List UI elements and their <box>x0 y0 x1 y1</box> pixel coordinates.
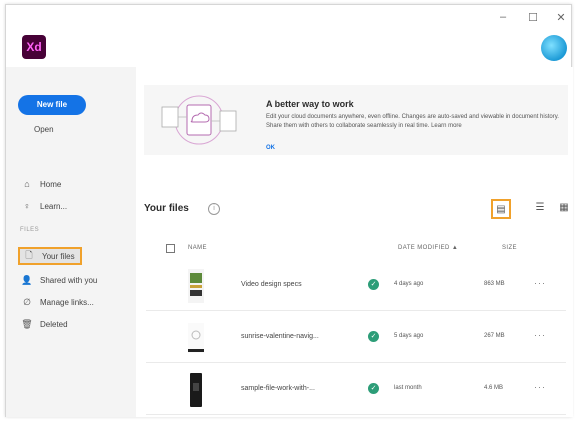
table-row[interactable]: sunrise-valentine-navig... ✓ 5 days ago … <box>146 313 566 363</box>
sidebar-item-label: Your files <box>42 251 75 261</box>
sidebar-item-label: Home <box>40 179 62 189</box>
file-date: 5 days ago <box>394 333 424 339</box>
banner-title: A better way to work <box>266 99 354 109</box>
more-options-icon[interactable]: ··· <box>534 278 546 288</box>
grid-view-button[interactable]: ▦ <box>554 199 574 219</box>
file-name: sunrise-valentine-navig... <box>241 333 319 340</box>
sidebar-item-home[interactable]: ⌂ Home <box>20 175 130 193</box>
synced-check-icon: ✓ <box>368 383 379 394</box>
avatar[interactable] <box>541 35 567 61</box>
sidebar-item-learn[interactable]: ♀ Learn... <box>20 197 130 215</box>
sidebar: New file Open ⌂ Home ♀ Learn... FILES 🗋 … <box>6 67 136 417</box>
trash-icon: 🗑 <box>21 318 33 329</box>
column-date-modified[interactable]: DATE MODIFIED ▲ <box>398 245 458 251</box>
table-row[interactable]: sample-file-work-with-... ✓ last month 4… <box>146 365 566 415</box>
cloud-document-illustration <box>161 95 237 145</box>
people-icon: 👤 <box>21 274 33 285</box>
file-thumbnail <box>188 269 204 303</box>
new-file-button[interactable]: New file <box>18 95 86 115</box>
select-all-checkbox[interactable] <box>166 244 175 253</box>
file-icon: 🗋 <box>25 250 33 260</box>
home-icon: ⌂ <box>24 179 30 189</box>
link-icon: ∅ <box>23 296 31 307</box>
file-thumbnail <box>190 373 202 407</box>
promo-banner: A better way to work Edit your cloud doc… <box>144 85 568 155</box>
grid-icon: ▦ <box>559 202 569 213</box>
page-title: Your files <box>144 203 189 214</box>
table-header: NAME DATE MODIFIED ▲ SIZE <box>166 242 566 256</box>
app-window: Xd – ☐ ✕ New file Open ⌂ Home ♀ Learn...… <box>5 4 573 417</box>
list-view-button[interactable]: ☰ <box>530 199 550 219</box>
xd-logo: Xd <box>22 35 46 59</box>
synced-check-icon: ✓ <box>368 279 379 290</box>
file-size: 863 MB <box>484 281 505 287</box>
main-content: A better way to work Edit your cloud doc… <box>136 67 573 417</box>
more-options-icon[interactable]: ··· <box>534 330 546 340</box>
more-options-icon[interactable]: ··· <box>534 382 546 392</box>
banner-ok-button[interactable]: OK <box>266 145 275 151</box>
file-date: 4 days ago <box>394 281 424 287</box>
sidebar-item-label: Learn... <box>40 201 68 211</box>
sidebar-item-shared[interactable]: 👤 Shared with you <box>20 271 130 289</box>
sidebar-item-manage-links[interactable]: ∅ Manage links... <box>20 293 130 311</box>
file-name: sample-file-work-with-... <box>241 385 315 392</box>
title-bar: Xd – ☐ ✕ <box>6 5 571 67</box>
lightbulb-icon: ♀ <box>23 201 31 211</box>
column-size[interactable]: SIZE <box>502 245 517 251</box>
file-size: 4.6 MB <box>484 385 504 391</box>
sidebar-item-your-files[interactable]: 🗋 Your files <box>18 247 82 265</box>
files-section-label: FILES <box>20 227 40 233</box>
banner-body: Edit your cloud documents anywhere, even… <box>266 114 559 129</box>
sidebar-item-label: Deleted <box>40 319 68 329</box>
info-icon[interactable]: i <box>208 203 220 215</box>
close-button[interactable]: ✕ <box>551 11 571 24</box>
synced-check-icon: ✓ <box>368 331 379 342</box>
minimize-button[interactable]: – <box>493 11 513 23</box>
sidebar-item-label: Manage links... <box>40 297 94 307</box>
table-row[interactable]: Video design specs ✓ 4 days ago 863 MB ·… <box>146 261 566 311</box>
cloud-files-view-button[interactable]: ▤ <box>491 199 511 219</box>
folder-cloud-icon: ▤ <box>496 204 506 215</box>
open-button[interactable]: Open <box>34 125 54 134</box>
list-icon: ☰ <box>535 202 545 213</box>
file-thumbnail <box>188 323 204 353</box>
column-name[interactable]: NAME <box>188 245 207 251</box>
file-name: Video design specs <box>241 281 302 288</box>
sidebar-item-deleted[interactable]: 🗑 Deleted <box>20 315 130 333</box>
sidebar-item-label: Shared with you <box>40 275 98 285</box>
file-date: last month <box>394 385 422 391</box>
maximize-button[interactable]: ☐ <box>523 11 543 24</box>
file-size: 267 MB <box>484 333 505 339</box>
